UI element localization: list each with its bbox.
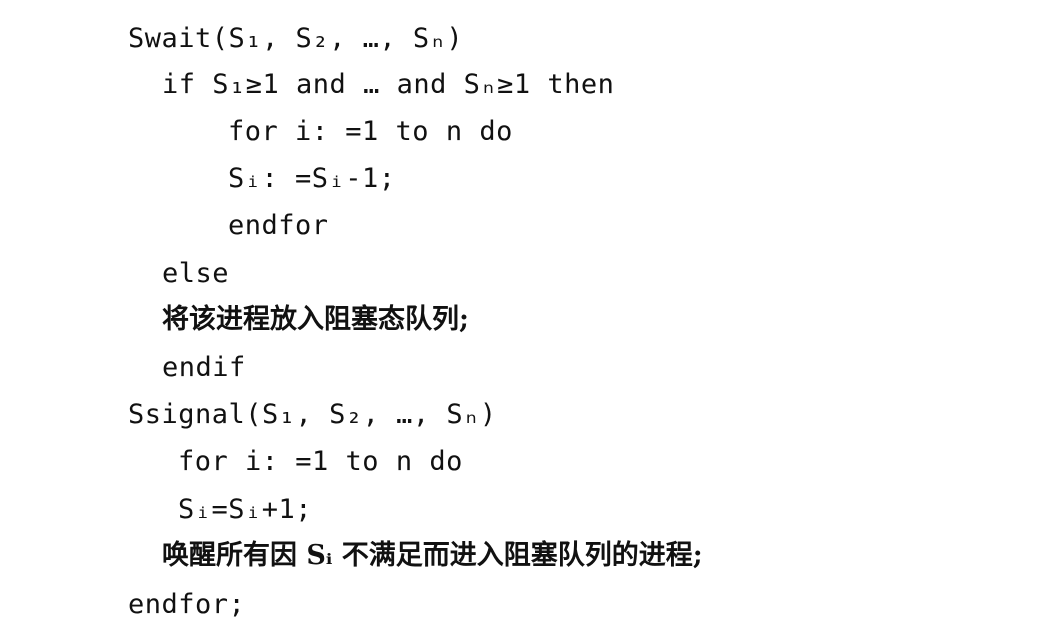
code-line-if-condition: if S₁≥1 and … and Sₙ≥1 then: [162, 69, 615, 100]
code-line-else: else: [162, 258, 230, 289]
code-line-for-loop-2: for i: =1 to n do: [178, 446, 463, 477]
code-line-ssignal-header: Ssignal(S₁, S₂, …, Sₙ): [128, 399, 497, 430]
code-line-wakeup-comment: 唤醒所有因 Sᵢ 不满足而进入阻塞队列的进程;: [162, 540, 703, 571]
code-line-increment: Sᵢ=Sᵢ+1;: [178, 494, 313, 525]
code-line-endfor-final: endfor;: [128, 589, 246, 620]
code-line-for-loop: for i: =1 to n do: [228, 116, 513, 147]
code-line-decrement: Sᵢ: =Sᵢ-1;: [228, 163, 396, 194]
code-line-endif: endif: [162, 352, 246, 383]
code-line-swait-header: Swait(S₁, S₂, …, Sₙ): [128, 23, 464, 54]
code-line-endfor: endfor: [228, 210, 329, 241]
document-page: Swait(S₁, S₂, …, Sₙ) if S₁≥1 and … and S…: [0, 0, 1054, 636]
code-line-block-comment: 将该进程放入阻塞态队列;: [162, 304, 469, 335]
